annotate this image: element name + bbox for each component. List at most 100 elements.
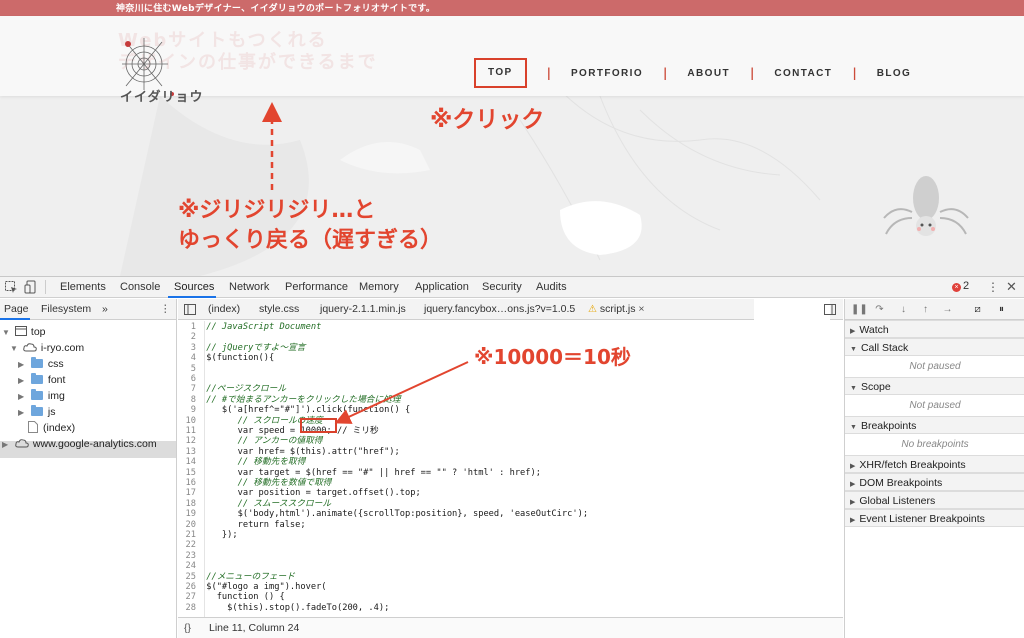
close-tab-icon[interactable]: × <box>638 303 644 315</box>
collapse-arrow-icon: ▶ <box>18 360 25 369</box>
tab-elements[interactable]: Elements <box>60 281 106 293</box>
device-toolbar-icon[interactable] <box>24 280 38 294</box>
code-line: 16 // 移動先を数値で取得 <box>178 478 843 488</box>
line-number[interactable]: 17 <box>178 488 201 498</box>
line-number[interactable]: 3 <box>178 343 201 353</box>
error-badge[interactable]: × 2 <box>952 280 969 292</box>
code-line: 25 //メニューのフェード <box>178 572 843 582</box>
folder-icon <box>30 405 43 416</box>
toggle-debugger-icon[interactable] <box>824 304 836 315</box>
line-number[interactable]: 11 <box>178 426 201 436</box>
line-number[interactable]: 15 <box>178 468 201 478</box>
tree-item-label: js <box>47 406 56 418</box>
line-number[interactable]: 10 <box>178 416 201 426</box>
section-title: Breakpoints <box>860 420 917 432</box>
close-icon[interactable]: ✕ <box>1006 279 1017 295</box>
toggle-navigator-icon[interactable] <box>184 304 196 315</box>
step-icon[interactable]: → <box>941 303 954 316</box>
line-number[interactable]: 1 <box>178 322 201 332</box>
tab-sources[interactable]: Sources <box>174 281 214 293</box>
tree-item-google-analytics[interactable]: ▶ www.google-analytics.com <box>2 436 157 452</box>
logo-text[interactable]: イイダリョウ <box>120 86 203 105</box>
line-number[interactable]: 27 <box>178 592 201 602</box>
line-number[interactable]: 6 <box>178 374 201 384</box>
line-text: // #で始まるアンカーをクリックした場合に処理 <box>206 394 401 405</box>
step-out-icon[interactable]: ↑ <box>919 303 932 316</box>
nav-item-contact[interactable]: CONTACT <box>774 68 832 79</box>
line-number[interactable]: 13 <box>178 447 201 457</box>
section-global-listeners[interactable]: ▶ Global Listeners <box>845 491 1024 509</box>
tab-page[interactable]: Page <box>4 303 29 315</box>
line-number[interactable]: 5 <box>178 364 201 374</box>
pretty-print-icon[interactable]: {} <box>184 622 191 634</box>
tab-audits[interactable]: Audits <box>536 281 567 293</box>
section-title: Global Listeners <box>859 495 936 507</box>
line-number[interactable]: 22 <box>178 540 201 550</box>
line-number[interactable]: 18 <box>178 499 201 509</box>
line-number[interactable]: 2 <box>178 332 201 342</box>
tab-filesystem[interactable]: Filesystem <box>41 303 91 315</box>
line-number[interactable]: 9 <box>178 405 201 415</box>
line-number[interactable]: 24 <box>178 561 201 571</box>
kebab-menu-icon[interactable]: ⋮ <box>987 280 999 294</box>
line-number[interactable]: 23 <box>178 551 201 561</box>
section-call-stack[interactable]: ▼ Call Stack <box>845 338 1024 356</box>
annotation-speed: ※10000＝10秒 <box>474 345 631 369</box>
navigator-menu-icon[interactable]: ⋮ <box>160 303 171 315</box>
step-into-icon[interactable]: ↓ <box>897 303 910 316</box>
nav-item-top[interactable]: TOP <box>474 58 527 88</box>
section-watch[interactable]: ▶ Watch <box>845 320 1024 338</box>
file-tab-script-js[interactable]: ⚠ script.js × <box>588 303 645 315</box>
line-number[interactable]: 25 <box>178 572 201 582</box>
tab-application[interactable]: Application <box>415 281 469 293</box>
section-scope[interactable]: ▼ Scope <box>845 377 1024 395</box>
toolbar-divider <box>45 280 46 294</box>
tree-item-js[interactable]: ▶ js <box>18 404 56 420</box>
line-number[interactable]: 12 <box>178 436 201 446</box>
pause-icon[interactable]: ❚❚ <box>851 303 868 316</box>
line-number[interactable]: 16 <box>178 478 201 488</box>
file-tab-style-css[interactable]: style.css <box>259 303 299 315</box>
expand-arrow-icon: ▼ <box>2 328 10 337</box>
tab-performance[interactable]: Performance <box>285 281 348 293</box>
file-tab-jquery[interactable]: jquery-2.1.1.min.js <box>320 303 406 315</box>
tab-security[interactable]: Security <box>482 281 522 293</box>
section-dom-breakpoints[interactable]: ▶ DOM Breakpoints <box>845 473 1024 491</box>
line-number[interactable]: 19 <box>178 509 201 519</box>
code-line: 8 // #で始まるアンカーをクリックした場合に処理 <box>178 395 843 405</box>
line-text: }); <box>206 530 238 540</box>
line-number[interactable]: 7 <box>178 384 201 394</box>
file-tab-fancybox[interactable]: jquery.fancybox…ons.js?v=1.0.5 <box>424 303 575 315</box>
tab-network[interactable]: Network <box>229 281 269 293</box>
tree-item-index[interactable]: (index) <box>28 420 75 436</box>
step-over-icon[interactable]: ↷ <box>873 303 886 316</box>
deactivate-breakpoints-icon[interactable]: ⧄ <box>971 303 984 316</box>
section-event-listener-breakpoints[interactable]: ▶ Event Listener Breakpoints <box>845 509 1024 527</box>
line-number[interactable]: 4 <box>178 353 201 363</box>
pause-on-exceptions-icon[interactable]: ⏸ <box>995 303 1008 316</box>
active-navigator-tab-indicator <box>0 318 30 320</box>
tree-item-img[interactable]: ▶ img <box>18 388 65 404</box>
code-line: 27 function () { <box>178 592 843 602</box>
nav-item-blog[interactable]: BLOG <box>877 68 912 79</box>
line-number[interactable]: 20 <box>178 520 201 530</box>
tab-console[interactable]: Console <box>120 281 160 293</box>
code-line: 15 var target = $(href == "#" || href ==… <box>178 468 843 478</box>
tree-item-css[interactable]: ▶ css <box>18 356 64 372</box>
section-xhr-breakpoints[interactable]: ▶ XHR/fetch Breakpoints <box>845 455 1024 473</box>
inspect-element-icon[interactable] <box>4 280 18 294</box>
section-breakpoints[interactable]: ▼ Breakpoints <box>845 416 1024 434</box>
tree-item-i-ryo-com[interactable]: ▼ i-ryo.com <box>10 340 84 356</box>
line-number[interactable]: 21 <box>178 530 201 540</box>
more-tabs-icon[interactable]: » <box>102 303 108 315</box>
tab-memory[interactable]: Memory <box>359 281 399 293</box>
line-number[interactable]: 8 <box>178 395 201 405</box>
file-tab-index[interactable]: (index) <box>208 303 240 315</box>
tree-item-top[interactable]: ▼ top <box>2 324 46 340</box>
line-number[interactable]: 26 <box>178 582 201 592</box>
nav-item-portforio[interactable]: PORTFORIO <box>571 68 643 79</box>
line-number[interactable]: 28 <box>178 603 201 613</box>
nav-item-about[interactable]: ABOUT <box>687 68 730 79</box>
line-number[interactable]: 14 <box>178 457 201 467</box>
tree-item-font[interactable]: ▶ font <box>18 372 65 388</box>
